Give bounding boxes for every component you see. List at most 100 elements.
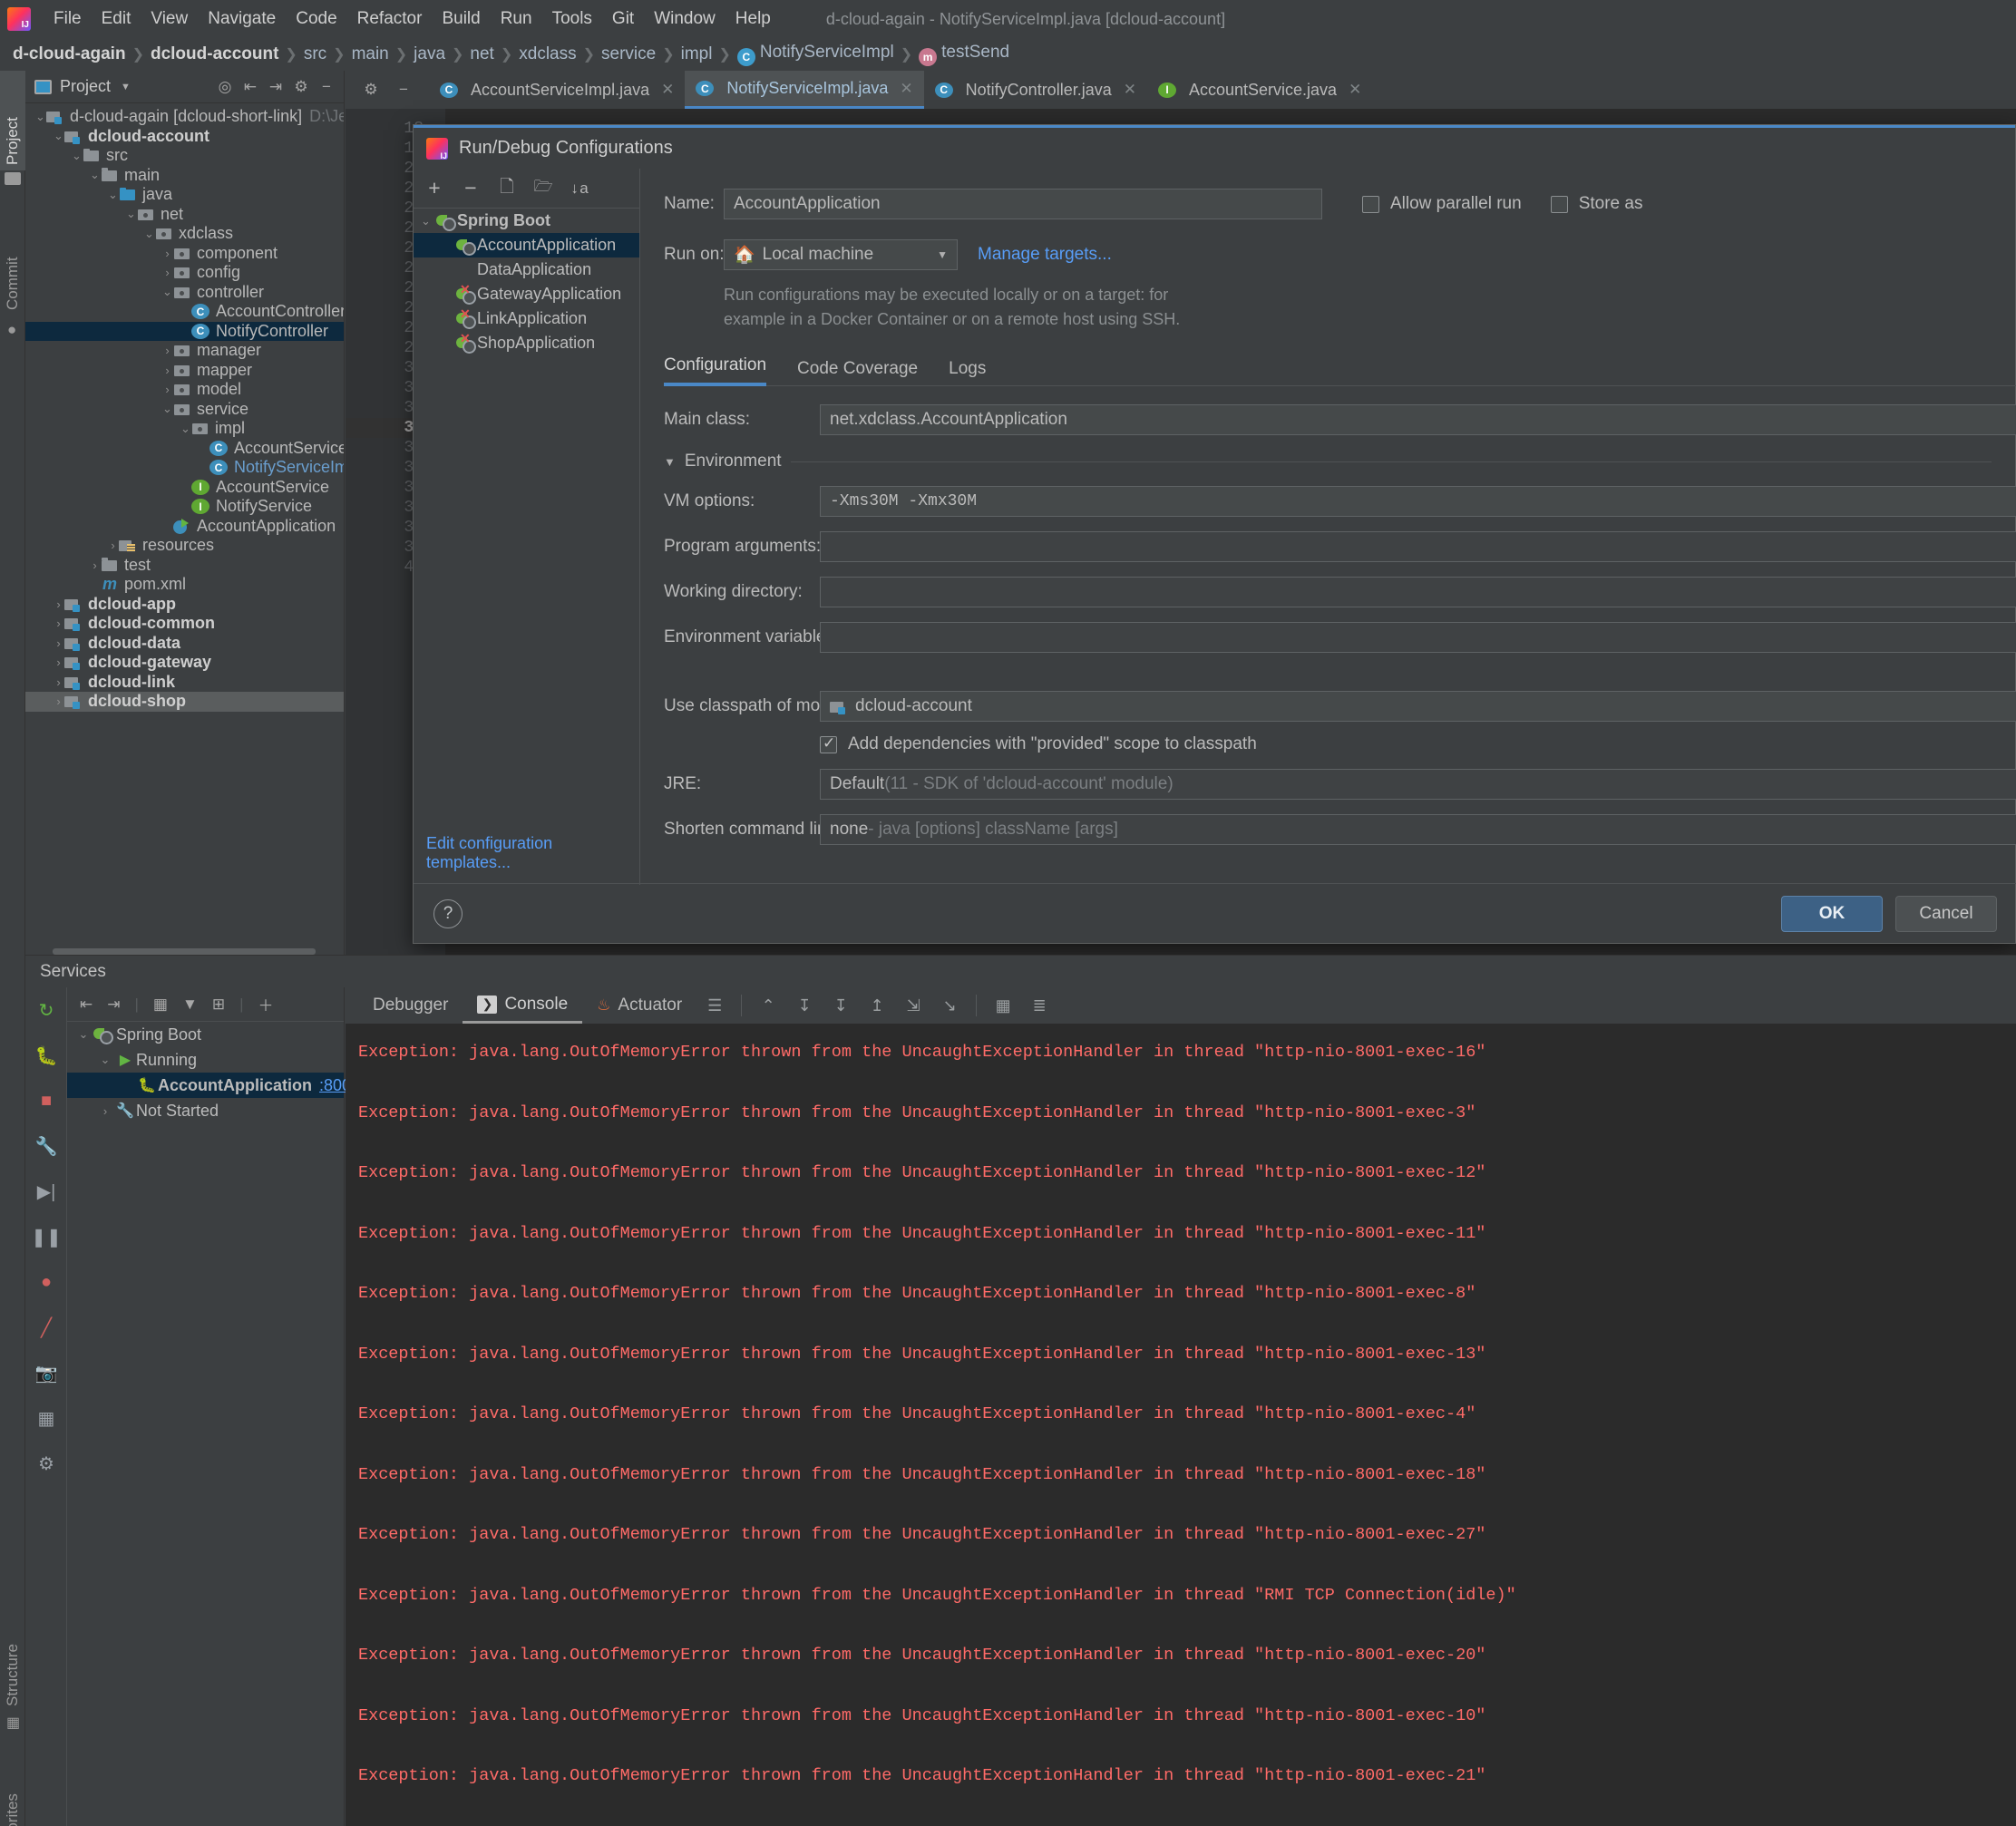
tree-node[interactable]: › config — [25, 263, 344, 283]
services-tree-node[interactable]: › 🔧 Not Started — [67, 1098, 344, 1123]
editor-tab[interactable]: C NotifyController.java ✕ — [924, 71, 1147, 109]
locate-icon[interactable]: ◎ — [213, 75, 237, 99]
name-input[interactable]: AccountApplication — [724, 189, 1322, 219]
chevron-down-icon[interactable]: ⌄ — [74, 1027, 93, 1042]
chevron-right-icon[interactable]: › — [53, 656, 64, 669]
add-icon[interactable]: + — [423, 176, 446, 200]
tree-node[interactable]: › dcloud-gateway — [25, 653, 344, 673]
tree-node[interactable]: › dcloud-app — [25, 595, 344, 615]
breadcrumb-item-xdclass[interactable]: xdclass — [519, 44, 576, 64]
editor-tab[interactable]: I AccountService.java ✕ — [1147, 71, 1372, 109]
filter-icon[interactable]: ▼ — [182, 996, 198, 1014]
tree-node[interactable]: ⌄ xdclass — [25, 224, 344, 244]
close-icon[interactable]: ✕ — [1349, 81, 1361, 99]
menu-tools[interactable]: Tools — [542, 7, 602, 31]
tree-node[interactable]: › dcloud-link — [25, 673, 344, 693]
menu-run[interactable]: Run — [491, 7, 542, 31]
tree-node[interactable]: › component — [25, 244, 344, 264]
services-tree-node[interactable]: ⌄ Spring Boot — [67, 1022, 344, 1047]
tree-node[interactable]: I AccountService — [25, 478, 344, 498]
console-output[interactable]: Exception: java.lang.OutOfMemoryError th… — [346, 1024, 2016, 1826]
group-by-icon[interactable]: ▦ — [153, 996, 168, 1014]
breadcrumb-item-main[interactable]: main — [352, 44, 389, 64]
evaluate-icon[interactable]: ▦ — [989, 992, 1017, 1019]
chevron-right-icon[interactable]: › — [53, 636, 64, 650]
chevron-down-icon[interactable]: ▼ — [121, 82, 131, 92]
tree-node[interactable]: ⌄ java — [25, 185, 344, 205]
step-out-icon[interactable]: ↥ — [863, 992, 891, 1019]
expand-icon[interactable]: ⇥ — [264, 75, 287, 99]
chevron-down-icon[interactable]: ⌄ — [71, 149, 83, 163]
tree-node[interactable]: › dcloud-data — [25, 634, 344, 654]
breadcrumb-item-dcloud-account[interactable]: dcloud-account — [151, 44, 278, 64]
breadcrumb-item-impl[interactable]: impl — [681, 44, 713, 64]
menu-view[interactable]: View — [141, 7, 198, 31]
dialog-tab-logs[interactable]: Logs — [949, 359, 986, 386]
tree-node[interactable]: C AccountServiceImpl — [25, 439, 344, 459]
chevron-right-icon[interactable]: › — [161, 247, 173, 260]
hide-icon[interactable]: − — [315, 75, 338, 99]
expand-all-icon[interactable]: ⇤ — [80, 996, 93, 1014]
main-class-input[interactable]: net.xdclass.AccountApplication — [820, 404, 2016, 435]
dialog-tab-configuration[interactable]: Configuration — [664, 355, 767, 386]
tree-node[interactable]: ⌄ impl — [25, 419, 344, 439]
tree-node[interactable]: › mapper — [25, 361, 344, 381]
step-icon[interactable]: ▶| — [25, 1169, 67, 1214]
tree-node[interactable]: ⌄ d-cloud-again [dcloud-short-link] D:\Jet… — [25, 107, 344, 127]
config-tree-node[interactable]: ✕ LinkApplication — [414, 306, 639, 331]
chevron-down-icon[interactable]: ⌄ — [96, 1053, 114, 1067]
cancel-button[interactable]: Cancel — [1895, 895, 1997, 932]
jre-dropdown[interactable]: Default (11 - SDK of 'dcloud-account' mo… — [820, 769, 2016, 800]
chevron-right-icon[interactable]: › — [161, 344, 173, 357]
close-icon[interactable]: ✕ — [1124, 81, 1136, 99]
tree-node[interactable]: ⌄ src — [25, 146, 344, 166]
chevron-right-icon[interactable]: › — [96, 1104, 114, 1118]
sidebar-item-project[interactable]: Project — [0, 71, 25, 170]
wrench-icon[interactable]: 🔧 — [25, 1123, 67, 1169]
dialog-tabs[interactable]: Configuration Code Coverage Logs — [664, 355, 2016, 386]
tree-node[interactable]: I NotifyService — [25, 497, 344, 517]
menu-file[interactable]: File — [44, 7, 92, 31]
project-tree[interactable]: ⌄ d-cloud-again [dcloud-short-link] D:\Jet… — [25, 103, 344, 712]
manage-targets-link[interactable]: Manage targets... — [978, 245, 1112, 265]
chevron-down-icon[interactable]: ⌄ — [161, 402, 173, 416]
tree-node[interactable]: › dcloud-shop — [25, 692, 344, 712]
config-tree-node[interactable]: ✕ GatewayApplication — [414, 282, 639, 306]
close-icon[interactable]: ✕ — [900, 80, 912, 98]
tree-node[interactable]: › model — [25, 380, 344, 400]
config-tree-node[interactable]: ✕ ShopApplication — [414, 331, 639, 355]
tree-node[interactable]: › manager — [25, 341, 344, 361]
config-tree[interactable]: ⌄ Spring Boot AccountApplication DataAppl… — [414, 209, 639, 355]
chevron-right-icon[interactable]: › — [53, 597, 64, 611]
menu-help[interactable]: Help — [726, 7, 781, 31]
run-on-dropdown[interactable]: 🏠 Local machine ▼ — [724, 239, 958, 270]
sidebar-item-structure[interactable]: Structure — [0, 1594, 25, 1712]
collapse-triangle-icon[interactable]: ▼ — [664, 455, 676, 469]
step-over-icon[interactable]: ⌃ — [755, 992, 782, 1019]
run-to-cursor-icon[interactable]: ⇲ — [900, 992, 927, 1019]
rerun-icon[interactable]: ↻ — [25, 987, 67, 1033]
provided-scope-checkbox[interactable] — [820, 734, 837, 753]
config-tree-node[interactable]: ⌄ Spring Boot — [414, 209, 639, 233]
chevron-right-icon[interactable]: › — [53, 617, 64, 630]
collapse-all-icon[interactable]: ⇤ — [239, 75, 262, 99]
menu-git[interactable]: Git — [602, 7, 644, 31]
store-as-checkbox[interactable] — [1550, 195, 1568, 213]
tree-node[interactable]: C NotifyServiceImpl — [25, 458, 344, 478]
menu-edit[interactable]: Edit — [92, 7, 141, 31]
frames-settings-icon[interactable]: ≣ — [1026, 992, 1053, 1019]
suppress-icon[interactable]: ╱ — [25, 1305, 67, 1350]
tree-node[interactable]: C NotifyController — [25, 321, 344, 341]
ok-button[interactable]: OK — [1781, 895, 1883, 932]
horizontal-scrollbar[interactable] — [53, 948, 316, 955]
chevron-right-icon[interactable]: › — [53, 694, 64, 708]
editor-tab[interactable]: C NotifyServiceImpl.java ✕ — [685, 71, 924, 109]
pause-icon[interactable]: ❚❚ — [25, 1214, 67, 1259]
sidebar-item-commit[interactable]: Commit — [0, 207, 25, 316]
working-directory-input[interactable] — [820, 577, 2016, 607]
gear-icon[interactable]: ⚙ — [359, 78, 383, 102]
sort-az-icon[interactable]: ↓ a — [568, 177, 591, 200]
tree-node[interactable]: C AccountController — [25, 302, 344, 322]
tree-node[interactable]: ⌄ net — [25, 205, 344, 225]
breadcrumb-item-java[interactable]: java — [414, 44, 445, 64]
